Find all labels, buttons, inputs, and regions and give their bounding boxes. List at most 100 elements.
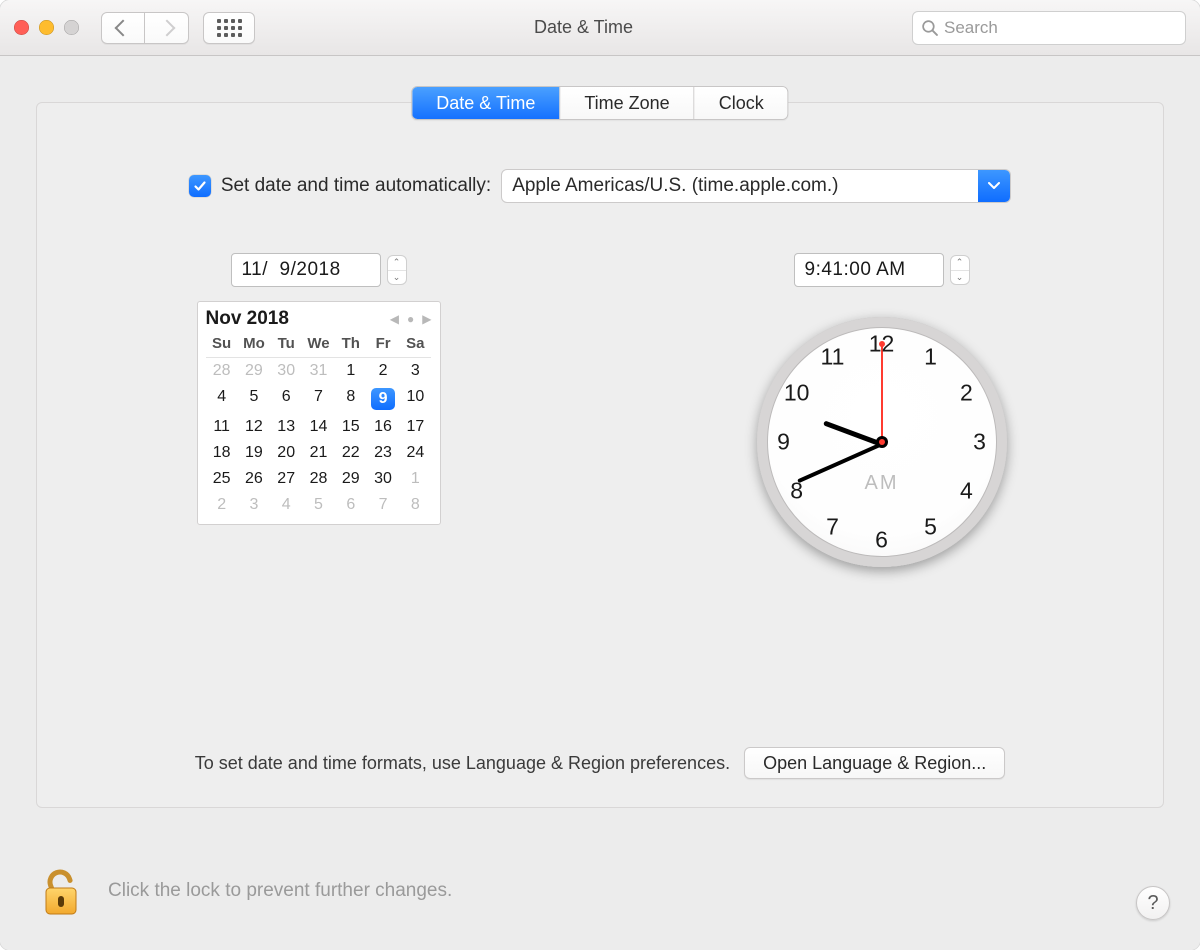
search-field[interactable]: Search: [912, 11, 1186, 45]
calendar-day[interactable]: 29: [238, 358, 270, 384]
calendar-day[interactable]: 2: [206, 492, 238, 518]
clock-number: 12: [869, 331, 895, 358]
auto-checkbox[interactable]: [189, 175, 211, 197]
clock-ampm: AM: [865, 472, 899, 495]
clock-number: 6: [875, 527, 888, 554]
calendar-day[interactable]: 11: [206, 414, 238, 440]
calendar-day[interactable]: 27: [270, 466, 302, 492]
calendar-day[interactable]: 13: [270, 414, 302, 440]
search-placeholder: Search: [944, 18, 998, 38]
close-window-button[interactable]: [14, 20, 29, 35]
show-all-button[interactable]: [203, 12, 255, 44]
calendar-day[interactable]: 9: [367, 384, 399, 414]
calendar-prev-icon[interactable]: ◀: [390, 312, 399, 326]
clock-number: 4: [960, 478, 973, 505]
calendar-day[interactable]: 2: [367, 358, 399, 384]
calendar-day[interactable]: 6: [270, 384, 302, 414]
calendar-day[interactable]: 30: [367, 466, 399, 492]
calendar-day[interactable]: 7: [367, 492, 399, 518]
calendar-nav: ◀ ● ▶: [390, 312, 432, 326]
hour-hand: [823, 420, 883, 446]
calendar-day[interactable]: 14: [302, 414, 334, 440]
calendar-today-icon[interactable]: ●: [407, 312, 414, 326]
calendar-day[interactable]: 17: [399, 414, 431, 440]
minimize-window-button[interactable]: [39, 20, 54, 35]
calendar-day[interactable]: 18: [206, 440, 238, 466]
calendar-weekday: Fr: [367, 332, 399, 358]
clock-number: 10: [784, 380, 810, 407]
calendar-day[interactable]: 12: [238, 414, 270, 440]
calendar-header: Nov 2018 ◀ ● ▶: [206, 308, 432, 330]
calendar-weekday: Tu: [270, 332, 302, 358]
auto-label: Set date and time automatically:: [221, 175, 491, 197]
date-field[interactable]: 11/ 9/2018: [231, 253, 381, 287]
clock-number: 11: [821, 344, 845, 371]
calendar-day[interactable]: 28: [302, 466, 334, 492]
calendar-day[interactable]: 30: [270, 358, 302, 384]
tab-date-time[interactable]: Date & Time: [412, 87, 559, 119]
calendar-day[interactable]: 31: [302, 358, 334, 384]
calendar-day[interactable]: 10: [399, 384, 431, 414]
stepper-up-icon: ⌃: [388, 256, 406, 271]
calendar-day[interactable]: 25: [206, 466, 238, 492]
lock-text: Click the lock to prevent further change…: [108, 880, 452, 902]
calendar-weekday: Th: [335, 332, 367, 358]
prefs-window: Date & Time Search Date & Time Time Zone…: [0, 0, 1200, 950]
date-column: 11/ 9/2018 ⌃⌄ Nov 2018 ◀ ● ▶ SuMoTuWeThF…: [37, 253, 600, 707]
tab-time-zone[interactable]: Time Zone: [559, 87, 693, 119]
clock-number: 7: [826, 513, 839, 540]
calendar-day[interactable]: 23: [367, 440, 399, 466]
calendar-day[interactable]: 5: [302, 492, 334, 518]
calendar-day[interactable]: 24: [399, 440, 431, 466]
calendar-day[interactable]: 6: [335, 492, 367, 518]
calendar-day[interactable]: 3: [399, 358, 431, 384]
calendar-day[interactable]: 8: [335, 384, 367, 414]
date-field-wrap: 11/ 9/2018 ⌃⌄: [231, 253, 407, 287]
tab-clock[interactable]: Clock: [694, 87, 788, 119]
calendar-day[interactable]: 7: [302, 384, 334, 414]
forward-button[interactable]: [145, 12, 189, 44]
calendar-day[interactable]: 22: [335, 440, 367, 466]
calendar-day[interactable]: 28: [206, 358, 238, 384]
time-stepper[interactable]: ⌃⌄: [950, 255, 970, 285]
calendar-day[interactable]: 26: [238, 466, 270, 492]
time-column: 9:41:00 AM ⌃⌄ AM 121234567891011: [600, 253, 1163, 707]
calendar-day[interactable]: 3: [238, 492, 270, 518]
calendar-day[interactable]: 19: [238, 440, 270, 466]
chevron-right-icon: [158, 19, 175, 36]
calendar-title: Nov 2018: [206, 308, 289, 330]
calendar-day[interactable]: 16: [367, 414, 399, 440]
clock-number: 1: [924, 344, 937, 371]
tab-bar: Date & Time Time Zone Clock: [411, 86, 788, 120]
zoom-window-button[interactable]: [64, 20, 79, 35]
columns: 11/ 9/2018 ⌃⌄ Nov 2018 ◀ ● ▶ SuMoTuWeThF…: [37, 253, 1163, 707]
time-field[interactable]: 9:41:00 AM: [794, 253, 944, 287]
calendar-day[interactable]: 4: [270, 492, 302, 518]
calendar-day[interactable]: 15: [335, 414, 367, 440]
calendar-day[interactable]: 1: [335, 358, 367, 384]
calendar-weekday: We: [302, 332, 334, 358]
auto-row: Set date and time automatically: Apple A…: [37, 169, 1163, 203]
calendar-day[interactable]: 20: [270, 440, 302, 466]
help-button[interactable]: ?: [1136, 886, 1170, 920]
calendar-day[interactable]: 4: [206, 384, 238, 414]
calendar-next-icon[interactable]: ▶: [422, 312, 431, 326]
calendar-day[interactable]: 1: [399, 466, 431, 492]
open-language-region-button[interactable]: Open Language & Region...: [744, 747, 1005, 779]
lock-icon[interactable]: [38, 864, 86, 918]
footer-hint: To set date and time formats, use Langua…: [195, 753, 730, 774]
clock-number: 9: [777, 429, 790, 456]
back-button[interactable]: [101, 12, 145, 44]
date-stepper[interactable]: ⌃⌄: [387, 255, 407, 285]
calendar-day[interactable]: 8: [399, 492, 431, 518]
calendar[interactable]: Nov 2018 ◀ ● ▶ SuMoTuWeThFrSa28293031123…: [197, 301, 441, 525]
time-server-value: Apple Americas/U.S. (time.apple.com.): [512, 175, 838, 197]
window-title: Date & Time: [269, 17, 898, 38]
calendar-weekday: Su: [206, 332, 238, 358]
calendar-day[interactable]: 21: [302, 440, 334, 466]
stepper-down-icon: ⌄: [951, 271, 969, 285]
window-controls: [14, 20, 79, 35]
time-server-combo[interactable]: Apple Americas/U.S. (time.apple.com.): [501, 169, 1011, 203]
calendar-day[interactable]: 29: [335, 466, 367, 492]
calendar-day[interactable]: 5: [238, 384, 270, 414]
